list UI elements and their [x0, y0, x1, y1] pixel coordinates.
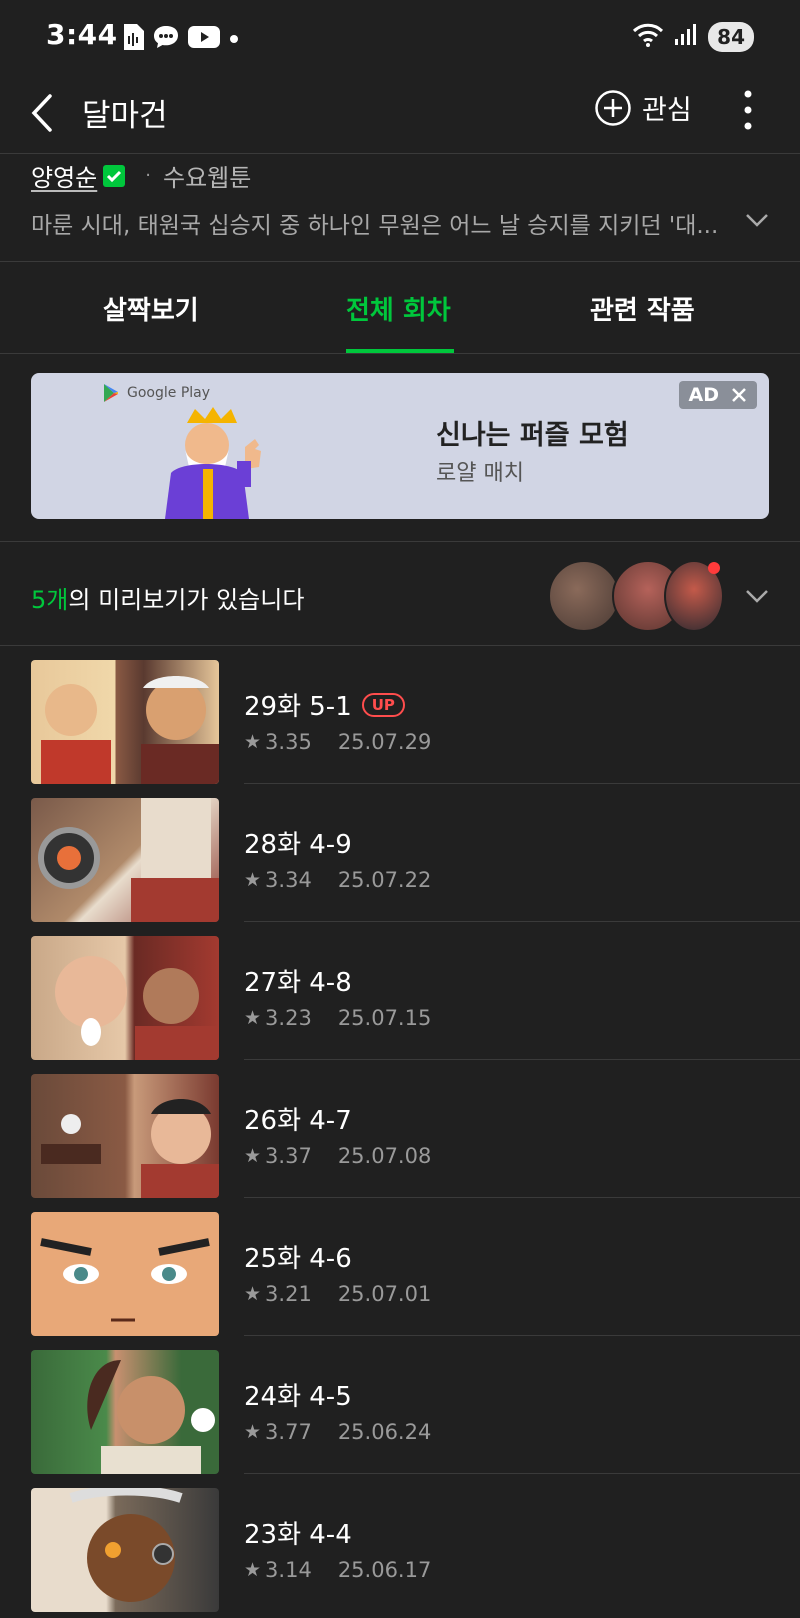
preview-thumbnail [548, 560, 620, 632]
star-icon: ★ [244, 1559, 262, 1581]
episode-date: 25.07.15 [337, 1006, 432, 1030]
episode-row[interactable]: 27화 4-8 ★ 3.23 25.07.15 [0, 922, 800, 1060]
synopsis-text: 마룬 시대, 태원국 십승지 중 하나인 무원은 어느 날 승지를 지키던 '대… [31, 213, 719, 239]
episode-title: 27화 4-8 [244, 968, 352, 998]
episode-title: 25화 4-6 [244, 1244, 352, 1274]
episode-row[interactable]: 25화 4-6 ★ 3.21 25.07.01 [0, 1198, 800, 1336]
active-tab-indicator [346, 349, 454, 353]
page-title: 달마건 [82, 98, 168, 134]
episode-thumbnail [31, 1350, 219, 1474]
episode-meta: ★ 3.23 25.07.15 [244, 1006, 431, 1030]
episode-rating: 3.77 [265, 1420, 312, 1444]
episode-meta: ★ 3.14 25.06.17 [244, 1558, 431, 1582]
more-vertical-icon [744, 90, 752, 130]
episode-rating: 3.34 [265, 868, 312, 892]
episode-date: 25.07.01 [337, 1282, 432, 1306]
up-badge: UP [361, 692, 405, 717]
episode-meta: ★ 3.21 25.07.01 [244, 1282, 431, 1306]
star-icon: ★ [244, 1007, 262, 1029]
episode-rating: 3.23 [265, 1006, 312, 1030]
ad-badge[interactable]: AD [678, 381, 757, 409]
star-icon: ★ [244, 869, 262, 891]
battery-indicator: 84 [708, 22, 754, 52]
google-play-icon [104, 384, 118, 402]
star-icon: ★ [244, 1283, 262, 1305]
close-icon [732, 388, 746, 402]
tab-all-episodes[interactable]: 전체 회차 [346, 290, 451, 327]
preview-thumbnails [548, 560, 724, 634]
status-time: 3:44 [46, 18, 118, 51]
episode-rating: 3.14 [265, 1558, 312, 1582]
episode-title: 26화 4-7 [244, 1106, 352, 1136]
episode-row[interactable]: 28화 4-9 ★ 3.34 25.07.22 [0, 784, 800, 922]
preview-count: 5개 [31, 586, 69, 614]
star-icon: ★ [244, 1421, 262, 1443]
google-play-logo: Google Play [103, 383, 210, 403]
tab-related-works[interactable]: 관련 작품 [590, 290, 695, 327]
youtube-icon [188, 25, 220, 53]
wifi-icon [632, 22, 664, 52]
voice-recorder-icon [122, 24, 144, 54]
episode-title: 29화 5-1 UP [244, 686, 405, 723]
episode-date: 25.07.29 [337, 730, 432, 754]
episode-thumbnail [31, 936, 219, 1060]
publish-day: 수요웹툰 [162, 164, 252, 192]
chevron-down-icon [746, 590, 768, 603]
episode-title: 23화 4-4 [244, 1520, 352, 1550]
favorite-label: 관심 [642, 95, 692, 126]
favorite-button[interactable]: 관심 [594, 88, 692, 127]
expand-preview-button[interactable] [744, 586, 770, 606]
episode-date: 25.06.17 [337, 1558, 432, 1582]
author-link[interactable]: 양영순 [31, 158, 97, 193]
status-bar: 3:44 84 [0, 0, 800, 76]
episode-thumbnail [31, 660, 219, 784]
episode-meta: ★ 3.37 25.07.08 [244, 1144, 431, 1168]
tab-preview[interactable]: 살짝보기 [103, 290, 199, 327]
ad-character-image [149, 403, 269, 519]
expand-synopsis-button[interactable] [744, 210, 770, 230]
episode-thumbnail [31, 1212, 219, 1336]
signal-icon [674, 23, 698, 51]
episode-row[interactable]: 23화 4-4 ★ 3.14 25.06.17 [0, 1474, 800, 1612]
top-app-bar: 달마건 관심 [0, 76, 800, 154]
episode-meta: ★ 3.77 25.06.24 [244, 1420, 431, 1444]
ad-headline: 신나는 퍼즐 모험 [436, 420, 629, 451]
verified-badge-icon [103, 164, 126, 187]
plus-circle-icon [595, 89, 631, 126]
series-info: 양영순 · 수요웹툰 마룬 시대, 태원국 십승지 중 하나인 무원은 어느 날… [0, 154, 800, 262]
episode-thumbnail [31, 1488, 219, 1612]
episode-thumbnail [31, 798, 219, 922]
star-icon: ★ [244, 731, 262, 753]
star-icon: ★ [244, 1145, 262, 1167]
episode-row[interactable]: 26화 4-7 ★ 3.37 25.07.08 [0, 1060, 800, 1198]
episode-date: 25.07.22 [337, 868, 432, 892]
ad-banner[interactable]: Google Play 신나는 퍼즐 모험 로얄 매치 AD [31, 373, 769, 519]
preview-banner[interactable]: 5개의 미리보기가 있습니다 [0, 542, 800, 646]
episode-row[interactable]: 29화 5-1 UP ★ 3.35 25.07.29 [0, 646, 800, 784]
chevron-left-icon [31, 94, 52, 132]
episode-meta: ★ 3.34 25.07.22 [244, 868, 431, 892]
more-options-button[interactable] [736, 88, 760, 132]
dot-icon [228, 30, 240, 49]
ad-subtitle: 로얄 매치 [436, 461, 524, 486]
episode-row[interactable]: 24화 4-5 ★ 3.77 25.06.24 [0, 1336, 800, 1474]
episode-thumbnail [31, 1074, 219, 1198]
chat-icon [152, 24, 180, 54]
notification-icons [122, 24, 240, 54]
back-button[interactable] [28, 90, 58, 136]
episode-date: 25.06.24 [337, 1420, 432, 1444]
episode-meta: ★ 3.35 25.07.29 [244, 730, 431, 754]
episode-rating: 3.21 [265, 1282, 312, 1306]
tab-bar: 살짝보기 전체 회차 관련 작품 [0, 262, 800, 354]
preview-text: 5개의 미리보기가 있습니다 [31, 586, 305, 614]
episode-title: 28화 4-9 [244, 830, 352, 860]
episode-rating: 3.35 [265, 730, 312, 754]
episode-title: 24화 4-5 [244, 1382, 352, 1412]
episode-rating: 3.37 [265, 1144, 312, 1168]
episode-date: 25.07.08 [337, 1144, 432, 1168]
separator: · [145, 165, 151, 186]
chevron-down-icon [746, 214, 768, 227]
new-dot-indicator [708, 562, 720, 574]
